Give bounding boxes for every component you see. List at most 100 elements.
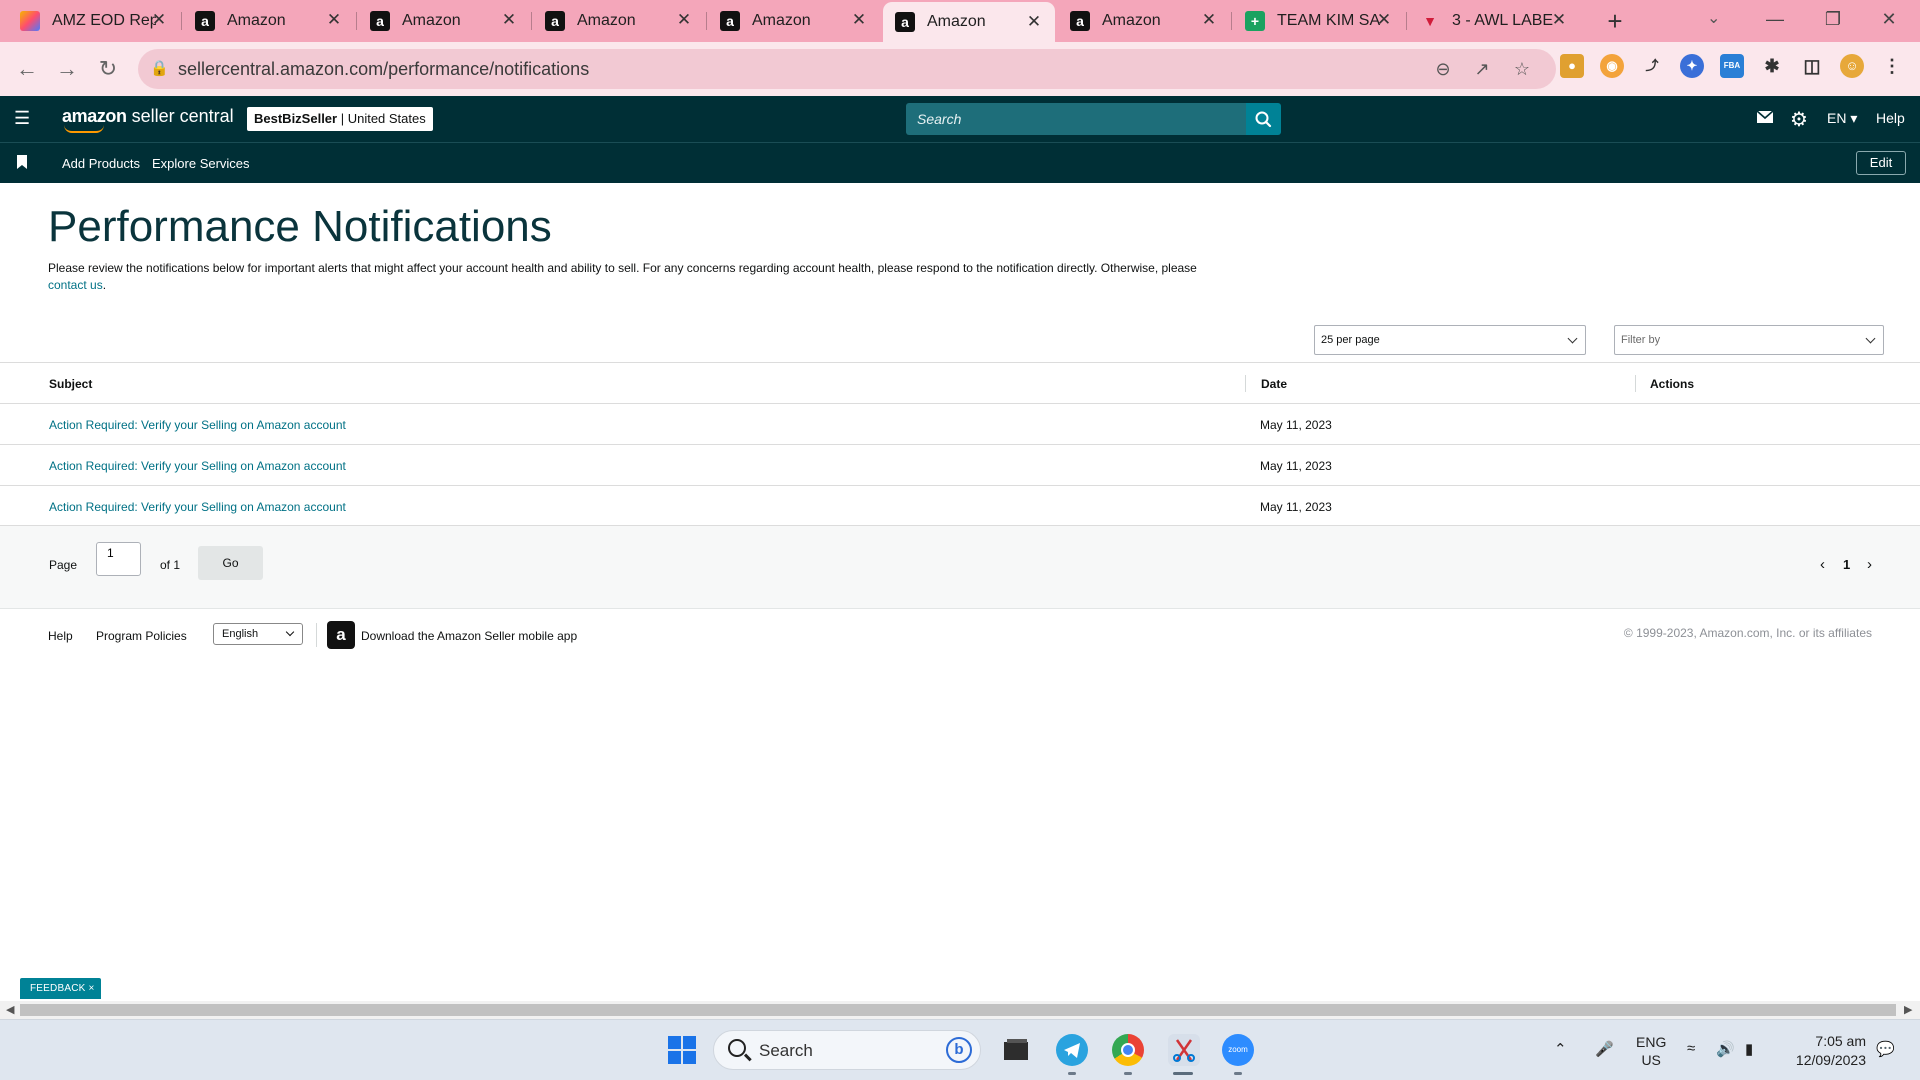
browser-tab[interactable]: a Amazon ✕ <box>708 0 880 42</box>
extensions-puzzle-icon[interactable]: ✱ <box>1760 54 1784 78</box>
feedback-button[interactable]: FEEDBACK × <box>20 978 101 999</box>
tab-close-icon[interactable]: ✕ <box>1025 13 1043 31</box>
close-window-icon[interactable]: ✕ <box>1874 4 1904 34</box>
notification-subject-link[interactable]: Action Required: Verify your Selling on … <box>49 459 346 473</box>
table-row: Action Required: Verify your Selling on … <box>0 445 1920 486</box>
help-link[interactable]: Help <box>1876 110 1905 126</box>
settings-gear-icon[interactable]: ⚙ <box>1790 107 1808 132</box>
amazon-app-icon[interactable]: a <box>327 621 355 649</box>
notifications-icon[interactable]: 💬 <box>1876 1040 1895 1058</box>
filter-select[interactable]: Filter by <box>1614 325 1884 355</box>
bookmark-icon[interactable] <box>16 155 28 169</box>
chevron-down-icon <box>285 627 295 637</box>
notification-subject-link[interactable]: Action Required: Verify your Selling on … <box>49 500 346 514</box>
bing-icon[interactable]: b <box>946 1037 972 1063</box>
minimize-icon[interactable]: — <box>1760 4 1790 34</box>
tab-close-icon[interactable]: ✕ <box>1375 11 1393 29</box>
back-arrow-icon[interactable]: ← <box>13 55 41 83</box>
scrollbar-thumb[interactable] <box>20 1004 1896 1016</box>
volume-icon[interactable]: 🔊 <box>1716 1040 1735 1058</box>
go-button[interactable]: Go <box>198 546 263 580</box>
download-app-link[interactable]: Download the Amazon Seller mobile app <box>361 629 577 643</box>
tab-close-icon[interactable]: ✕ <box>325 11 343 29</box>
footer-help-link[interactable]: Help <box>48 629 73 643</box>
snipping-tool-icon[interactable] <box>1168 1034 1200 1066</box>
profile-avatar[interactable]: ☺ <box>1840 54 1864 78</box>
windows-start-icon[interactable] <box>666 1034 698 1066</box>
scroll-right-icon[interactable]: ▶ <box>1904 1003 1912 1016</box>
browser-tab[interactable]: ▼ 3 - AWL LABE ✕ <box>1408 0 1580 42</box>
page-number-input[interactable] <box>96 542 141 576</box>
tab-close-icon[interactable]: ✕ <box>1200 11 1218 29</box>
browser-tab[interactable]: AMZ EOD Rep ✕ <box>8 0 180 42</box>
footer-program-policies-link[interactable]: Program Policies <box>96 629 187 643</box>
column-header-date[interactable]: Date <box>1261 377 1287 391</box>
extension-orange-icon[interactable]: ◉ <box>1600 54 1624 78</box>
previous-page-icon[interactable]: ‹ <box>1820 556 1825 573</box>
file-explorer-icon[interactable] <box>1000 1034 1032 1066</box>
browser-toolbar: ← → ↻ 🔒 sellercentral.amazon.com/perform… <box>0 42 1920 96</box>
tab-close-icon[interactable]: ✕ <box>1550 11 1568 29</box>
side-panel-icon[interactable]: ◫ <box>1800 54 1824 78</box>
tab-close-icon[interactable]: ✕ <box>850 11 868 29</box>
reload-icon[interactable]: ↻ <box>94 55 122 83</box>
chrome-icon[interactable] <box>1112 1034 1144 1066</box>
browser-tab[interactable]: a Amazon ✕ <box>358 0 530 42</box>
share-icon[interactable]: ↗ <box>1471 58 1493 80</box>
forward-arrow-icon[interactable]: → <box>53 55 81 83</box>
url-text[interactable]: sellercentral.amazon.com/performance/not… <box>178 59 589 80</box>
tab-search-chevron-icon[interactable]: ⌄ <box>1707 8 1720 28</box>
battery-icon[interactable]: ▮ <box>1745 1040 1753 1058</box>
header-search-button[interactable] <box>1246 103 1281 135</box>
taskbar-search[interactable]: Search b <box>713 1030 981 1070</box>
browser-tab[interactable]: a Amazon ✕ <box>533 0 705 42</box>
footer-language-select[interactable]: English <box>213 623 303 645</box>
nav-link-explore-services[interactable]: Explore Services <box>152 156 250 171</box>
notification-subject-link[interactable]: Action Required: Verify your Selling on … <box>49 418 346 432</box>
new-tab-button[interactable]: + <box>1600 6 1630 36</box>
extension-blue-icon[interactable]: ✦ <box>1680 54 1704 78</box>
seller-central-logo[interactable]: amazon seller central <box>62 106 234 133</box>
input-language-indicator[interactable]: ENG US <box>1636 1033 1666 1069</box>
current-page-number[interactable]: 1 <box>1843 557 1850 572</box>
pagination-bar: Page of 1 Go ‹ 1 › <box>0 525 1920 608</box>
edit-nav-button[interactable]: Edit <box>1856 151 1906 175</box>
header-search-input[interactable] <box>906 103 1246 135</box>
scroll-left-icon[interactable]: ◀ <box>6 1003 14 1016</box>
column-header-subject[interactable]: Subject <box>49 377 92 391</box>
telegram-icon[interactable] <box>1056 1034 1088 1066</box>
browser-tab[interactable]: a Amazon ✕ <box>183 0 355 42</box>
system-clock[interactable]: 7:05 am 12/09/2023 <box>1786 1032 1866 1070</box>
wifi-icon[interactable]: ≈ <box>1687 1040 1695 1057</box>
tab-separator <box>181 12 182 30</box>
zoom-out-icon[interactable]: ⊖ <box>1432 58 1454 80</box>
clock-time: 7:05 am <box>1815 1033 1866 1049</box>
microphone-icon[interactable]: 🎤 <box>1595 1040 1614 1058</box>
browser-tab[interactable]: + TEAM KIM SA ✕ <box>1233 0 1405 42</box>
browser-tab-active[interactable]: a Amazon ✕ <box>883 2 1055 42</box>
extension-fba-icon[interactable]: FBA <box>1720 54 1744 78</box>
zoom-app-icon[interactable]: zoom <box>1222 1034 1254 1066</box>
next-page-icon[interactable]: › <box>1867 556 1872 573</box>
account-switcher[interactable]: BestBizSeller | United States <box>247 107 433 131</box>
copyright-text: © 1999-2023, Amazon.com, Inc. or its aff… <box>1623 626 1872 640</box>
tab-close-icon[interactable]: ✕ <box>675 11 693 29</box>
mail-icon[interactable] <box>1756 108 1774 129</box>
hamburger-menu-icon[interactable]: ☰ <box>14 108 30 128</box>
extension-honey-icon[interactable]: ● <box>1560 54 1584 78</box>
contact-us-link[interactable]: contact us <box>48 278 103 292</box>
browser-tab[interactable]: a Amazon ✕ <box>1058 0 1230 42</box>
tab-close-icon[interactable]: ✕ <box>500 11 518 29</box>
bookmark-star-icon[interactable]: ☆ <box>1511 58 1533 80</box>
lock-icon[interactable]: 🔒 <box>150 59 169 77</box>
horizontal-scrollbar[interactable]: ◀ ▶ <box>0 1001 1920 1019</box>
extension-slash-icon[interactable]: ⤴ <box>1640 54 1664 78</box>
restore-icon[interactable]: ❐ <box>1818 4 1848 34</box>
language-selector[interactable]: EN ▾ <box>1827 110 1857 127</box>
address-bar[interactable]: 🔒 sellercentral.amazon.com/performance/n… <box>138 49 1556 89</box>
tab-close-icon[interactable]: ✕ <box>150 11 168 29</box>
per-page-select[interactable]: 25 per page <box>1314 325 1586 355</box>
nav-link-add-products[interactable]: Add Products <box>62 156 140 171</box>
browser-menu-icon[interactable]: ⋮ <box>1880 54 1904 78</box>
show-hidden-icons-icon[interactable]: ⌃ <box>1554 1040 1567 1058</box>
